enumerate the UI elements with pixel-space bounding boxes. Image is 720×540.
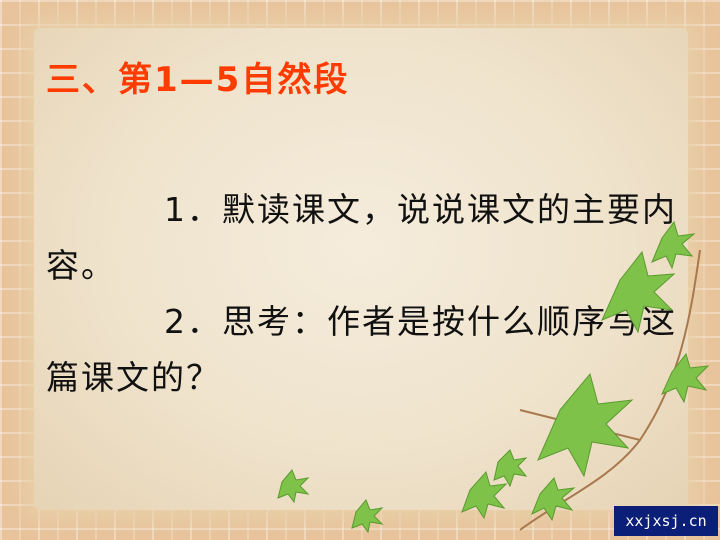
ivy-leaf-icon <box>661 352 710 404</box>
watermark-badge: xxjxsj.cn <box>614 506 718 536</box>
ivy-leaf-icon <box>461 470 508 520</box>
ivy-leaf-icon <box>651 220 696 270</box>
ivy-leaf-icon <box>601 250 676 334</box>
ivy-leaf-icon <box>351 499 384 534</box>
slide: 三、第1—5自然段 1．默读课文，说说课文的主要内容。 2．思考：作者是按什么顺… <box>0 0 720 540</box>
ivy-leaf-icon <box>493 449 528 488</box>
ivy-decoration <box>277 220 710 534</box>
ivy-leaf-icon <box>537 372 634 478</box>
ivy-leaf-icon <box>277 469 310 504</box>
